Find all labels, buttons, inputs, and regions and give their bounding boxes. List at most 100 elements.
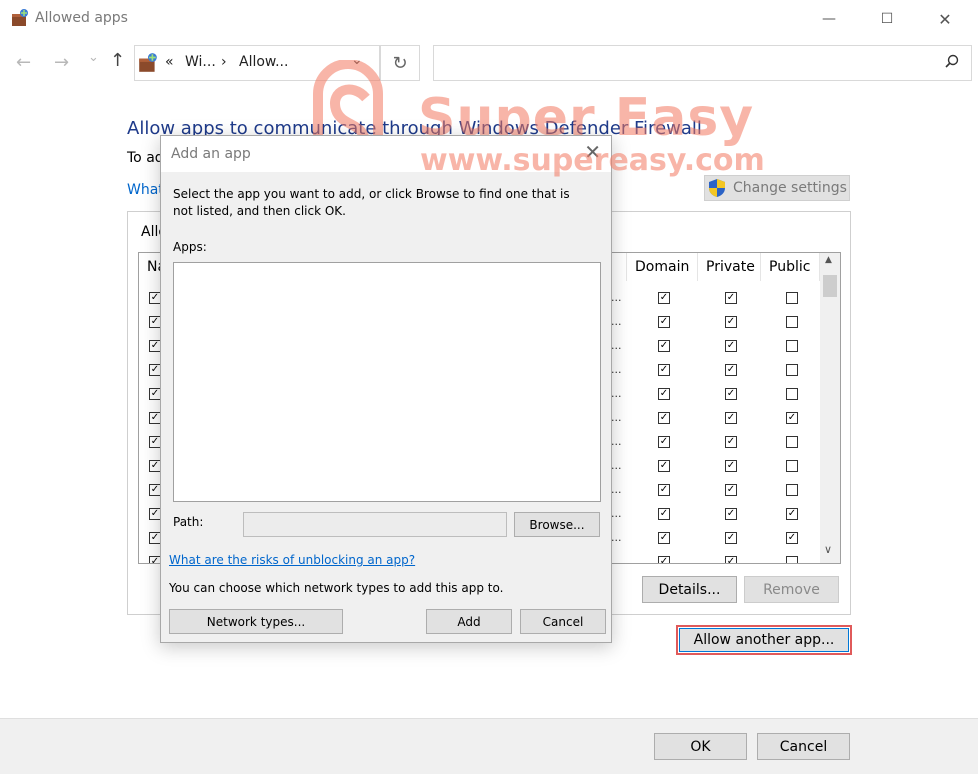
row-private-checkbox[interactable]: ✓ bbox=[725, 364, 737, 376]
uac-shield-icon bbox=[709, 179, 725, 197]
up-button[interactable]: ↑ bbox=[110, 50, 125, 71]
row-domain-checkbox[interactable]: ✓ bbox=[658, 292, 670, 304]
close-icon: ✕ bbox=[938, 9, 952, 29]
truncated-name-ellipsis: ... bbox=[611, 291, 622, 304]
row-public-checkbox[interactable] bbox=[786, 460, 798, 472]
scrollbar-thumb[interactable] bbox=[823, 275, 837, 297]
row-domain-checkbox[interactable]: ✓ bbox=[658, 316, 670, 328]
row-private-checkbox[interactable]: ✓ bbox=[725, 388, 737, 400]
row-domain-checkbox[interactable]: ✓ bbox=[658, 532, 670, 544]
row-public-checkbox[interactable]: ✓ bbox=[786, 532, 798, 544]
row-private-checkbox[interactable]: ✓ bbox=[725, 556, 737, 563]
search-input[interactable] bbox=[433, 45, 972, 81]
path-label: Path: bbox=[173, 515, 204, 529]
apps-label: Apps: bbox=[173, 240, 207, 254]
row-domain-checkbox[interactable]: ✓ bbox=[658, 508, 670, 520]
change-settings-button[interactable]: Change settings bbox=[704, 175, 850, 201]
column-header-domain[interactable]: Domain bbox=[627, 253, 698, 281]
column-header-public-label: Public bbox=[769, 259, 811, 275]
footer-bar: OK Cancel bbox=[0, 718, 978, 774]
watermark-url: www.supereasy.com bbox=[420, 143, 765, 178]
search-icon bbox=[945, 54, 959, 72]
row-public-checkbox[interactable] bbox=[786, 364, 798, 376]
dialog-cancel-button[interactable]: Cancel bbox=[520, 609, 606, 634]
breadcrumb-overflow[interactable]: « bbox=[165, 54, 174, 70]
row-public-checkbox[interactable] bbox=[786, 484, 798, 496]
breadcrumb-windows[interactable]: Wi... bbox=[185, 54, 216, 70]
row-private-checkbox[interactable]: ✓ bbox=[725, 460, 737, 472]
row-public-checkbox[interactable] bbox=[786, 556, 798, 563]
page-description: To ad bbox=[127, 150, 164, 166]
arrow-up-icon: ↑ bbox=[110, 50, 126, 71]
path-field[interactable] bbox=[243, 512, 507, 537]
row-domain-checkbox[interactable]: ✓ bbox=[658, 364, 670, 376]
truncated-name-ellipsis: ... bbox=[611, 363, 622, 376]
row-domain-checkbox[interactable]: ✓ bbox=[658, 412, 670, 424]
row-private-checkbox[interactable]: ✓ bbox=[725, 412, 737, 424]
maximize-button[interactable]: ☐ bbox=[858, 0, 916, 38]
scroll-down-icon[interactable]: ∨ bbox=[824, 543, 832, 556]
recent-locations-button[interactable]: ⌄ bbox=[88, 50, 99, 65]
row-public-checkbox[interactable] bbox=[786, 292, 798, 304]
arrow-right-icon: → bbox=[54, 52, 70, 73]
row-private-checkbox[interactable]: ✓ bbox=[725, 508, 737, 520]
unblocking-risks-link[interactable]: What are the risks of unblocking an app? bbox=[169, 553, 415, 567]
row-public-checkbox[interactable] bbox=[786, 388, 798, 400]
row-domain-checkbox[interactable]: ✓ bbox=[658, 436, 670, 448]
details-button[interactable]: Details... bbox=[642, 576, 737, 603]
scroll-up-icon[interactable]: ▲ bbox=[825, 255, 832, 265]
column-header-domain-label: Domain bbox=[635, 259, 690, 275]
minimize-icon: — bbox=[822, 11, 836, 27]
row-public-checkbox[interactable] bbox=[786, 316, 798, 328]
column-header-public[interactable]: Public bbox=[761, 253, 820, 281]
vertical-scrollbar[interactable]: ▲ ∨ bbox=[820, 253, 840, 563]
browse-button[interactable]: Browse... bbox=[514, 512, 600, 537]
truncated-name-ellipsis: ... bbox=[611, 555, 622, 564]
truncated-name-ellipsis: ... bbox=[611, 435, 622, 448]
truncated-name-ellipsis: ... bbox=[611, 459, 622, 472]
window-title: Allowed apps bbox=[35, 10, 128, 26]
row-private-checkbox[interactable]: ✓ bbox=[725, 316, 737, 328]
title-bar: Allowed apps — ☐ ✕ bbox=[0, 0, 978, 38]
back-button[interactable]: ← bbox=[16, 52, 31, 73]
minimize-button[interactable]: — bbox=[800, 0, 858, 38]
risks-link[interactable]: What bbox=[127, 182, 164, 198]
row-private-checkbox[interactable]: ✓ bbox=[725, 484, 737, 496]
refresh-icon: ↻ bbox=[392, 52, 408, 74]
row-public-checkbox[interactable] bbox=[786, 436, 798, 448]
column-header-private-label: Private bbox=[706, 259, 755, 275]
row-domain-checkbox[interactable]: ✓ bbox=[658, 484, 670, 496]
arrow-left-icon: ← bbox=[16, 52, 32, 73]
maximize-icon: ☐ bbox=[880, 11, 894, 27]
row-private-checkbox[interactable]: ✓ bbox=[725, 340, 737, 352]
add-an-app-dialog: Add an app ✕ Select the app you want to … bbox=[160, 135, 612, 643]
truncated-name-ellipsis: ... bbox=[611, 315, 622, 328]
row-domain-checkbox[interactable]: ✓ bbox=[658, 388, 670, 400]
remove-button[interactable]: Remove bbox=[744, 576, 839, 603]
column-header-private[interactable]: Private bbox=[698, 253, 761, 281]
ok-button[interactable]: OK bbox=[654, 733, 747, 760]
apps-listbox[interactable] bbox=[173, 262, 601, 502]
dialog-instructions: Select the app you want to add, or click… bbox=[173, 187, 570, 218]
row-private-checkbox[interactable]: ✓ bbox=[725, 532, 737, 544]
row-domain-checkbox[interactable]: ✓ bbox=[658, 556, 670, 563]
breadcrumb-separator: › bbox=[221, 54, 227, 70]
row-public-checkbox[interactable] bbox=[786, 340, 798, 352]
row-public-checkbox[interactable]: ✓ bbox=[786, 412, 798, 424]
truncated-name-ellipsis: ... bbox=[611, 339, 622, 352]
firewall-location-icon bbox=[139, 53, 157, 72]
row-private-checkbox[interactable]: ✓ bbox=[725, 436, 737, 448]
cancel-button[interactable]: Cancel bbox=[757, 733, 850, 760]
network-types-button[interactable]: Network types... bbox=[169, 609, 343, 634]
row-public-checkbox[interactable]: ✓ bbox=[786, 508, 798, 520]
breadcrumb-allowed-apps[interactable]: Allow... bbox=[239, 54, 288, 70]
dialog-title: Add an app bbox=[171, 146, 251, 162]
row-private-checkbox[interactable]: ✓ bbox=[725, 292, 737, 304]
close-button[interactable]: ✕ bbox=[916, 0, 974, 38]
row-domain-checkbox[interactable]: ✓ bbox=[658, 460, 670, 472]
forward-button[interactable]: → bbox=[54, 52, 69, 73]
add-button[interactable]: Add bbox=[426, 609, 512, 634]
row-domain-checkbox[interactable]: ✓ bbox=[658, 340, 670, 352]
change-settings-label: Change settings bbox=[733, 180, 847, 196]
allow-another-app-button[interactable]: Allow another app... bbox=[679, 628, 849, 652]
